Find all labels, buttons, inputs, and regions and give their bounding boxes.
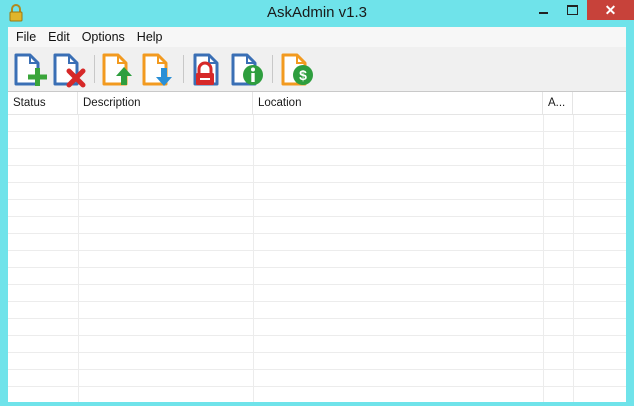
menu-file[interactable]: File — [10, 27, 42, 47]
add-icon — [14, 53, 47, 86]
menu-bar: File Edit Options Help — [8, 27, 626, 47]
app-window: AskAdmin v1.3 ✕ File Edit Options Help $… — [0, 0, 634, 406]
add-button[interactable] — [12, 51, 50, 89]
column-header-location[interactable]: Location — [253, 92, 543, 114]
column-divider — [543, 115, 544, 402]
lock-icon — [193, 53, 219, 86]
export-icon — [102, 53, 132, 86]
toolbar-separator — [272, 55, 273, 83]
table-header: Status Description Location A... — [8, 92, 626, 115]
minimize-icon — [538, 12, 548, 14]
table-body[interactable] — [8, 115, 626, 402]
title-bar[interactable]: AskAdmin v1.3 ✕ — [0, 0, 634, 26]
column-header-a[interactable]: A... — [543, 92, 573, 114]
column-header-status[interactable]: Status — [8, 92, 78, 114]
entries-table: Status Description Location A... — [8, 92, 626, 402]
toolbar-separator — [183, 55, 184, 83]
menu-options[interactable]: Options — [76, 27, 131, 47]
maximize-icon — [566, 5, 578, 15]
minimize-button[interactable] — [529, 0, 557, 20]
menu-help[interactable]: Help — [131, 27, 169, 47]
donate-button[interactable]: $ — [279, 51, 317, 89]
column-divider — [253, 115, 254, 402]
toolbar-separator — [94, 55, 95, 83]
export-button[interactable] — [100, 51, 138, 89]
column-divider — [573, 115, 574, 402]
maximize-button[interactable] — [558, 0, 586, 20]
close-icon: ✕ — [604, 2, 617, 18]
column-divider — [78, 115, 79, 402]
menu-edit[interactable]: Edit — [42, 27, 76, 47]
close-button[interactable]: ✕ — [587, 0, 634, 20]
donate-icon: $ — [281, 53, 313, 86]
toolbar: $ — [8, 47, 626, 92]
import-button[interactable] — [140, 51, 178, 89]
info-button[interactable] — [229, 51, 267, 89]
remove-button[interactable] — [51, 51, 89, 89]
lock-button[interactable] — [189, 51, 227, 89]
import-icon — [142, 53, 172, 86]
client-area: File Edit Options Help $ Status Descript… — [8, 27, 626, 402]
remove-icon — [53, 53, 86, 88]
info-icon — [231, 53, 263, 86]
svg-text:$: $ — [299, 67, 307, 83]
column-header-description[interactable]: Description — [78, 92, 253, 114]
